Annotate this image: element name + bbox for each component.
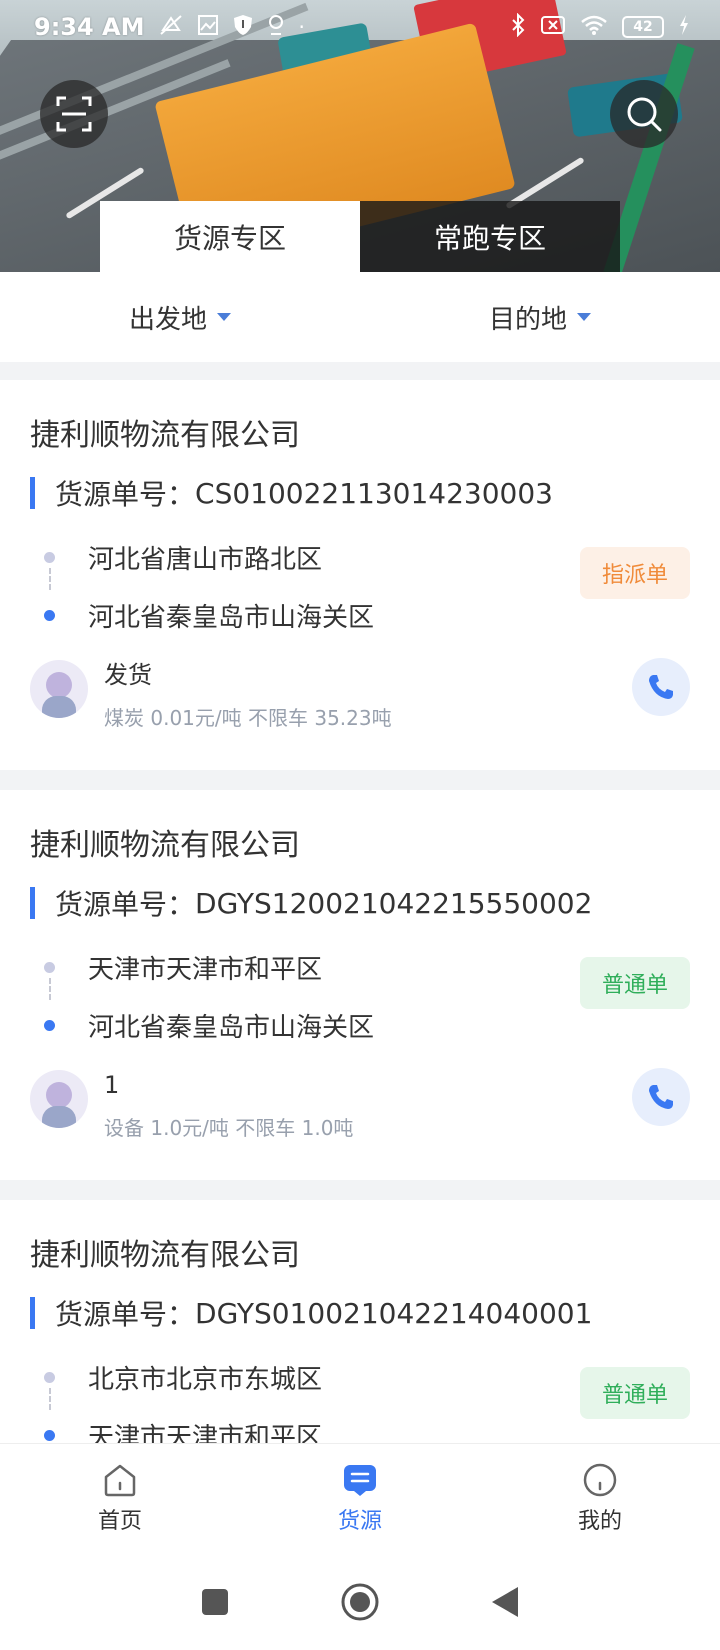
cargo-card[interactable]: 捷利顺物流有限公司 货源单号： DGYS010021042214040001 北… [0,1200,720,1443]
status-time: 9:34 AM [34,13,145,41]
origin-filter[interactable]: 出发地 [0,272,360,362]
filter-bar: 出发地 目的地 [0,272,720,362]
origin-address: 天津市天津市和平区 [88,954,323,985]
home-circle-icon[interactable] [340,1582,380,1622]
company-name: 捷利顺物流有限公司 [30,828,300,863]
destination-filter[interactable]: 目的地 [360,272,720,362]
order-number-row: 货源单号： CS010022113014230003 [30,476,553,511]
origin-dot-icon [44,961,55,973]
call-button[interactable] [632,1068,690,1126]
search-icon [627,97,662,132]
destination-address: 河北省秦皇岛市山海关区 [88,1012,375,1043]
accent-bar [30,887,35,919]
tab-frequent-routes[interactable]: 常跑专区 [360,201,620,272]
header-banner: 9:34 AM · 42 货源专区 常跑专区 [0,0,720,272]
cargo-list: 捷利顺物流有限公司 货源单号： CS010022113014230003 河北省… [0,380,720,1443]
origin-address: 北京市北京市东城区 [88,1364,323,1395]
route-destination: 河北省秦皇岛市山海关区 [30,586,650,644]
route-origin: 河北省唐山市路北区 [30,528,650,586]
call-button[interactable] [632,658,690,716]
order-number-row: 货源单号： DGYS120021042215550002 [30,886,593,921]
avatar [30,660,88,718]
order-type-badge: 普通单 [580,957,690,1009]
cargo-icon [344,1464,376,1496]
caret-down-icon [577,313,591,321]
route-destination: 河北省秦皇岛市山海关区 [30,996,650,1054]
back-icon[interactable] [490,1585,520,1619]
origin-address: 河北省唐山市路北区 [88,544,323,575]
cargo-detail: 设备 1.0元/吨 不限车 1.0吨 [104,1116,354,1140]
cargo-card[interactable]: 捷利顺物流有限公司 货源单号： DGYS120021042215550002 天… [0,790,720,1180]
nav-profile[interactable]: 我的 [480,1444,720,1553]
caret-down-icon [217,313,231,321]
order-type-badge: 普通单 [580,1367,690,1419]
shipper-name: 1 [104,1071,120,1099]
recents-icon[interactable] [200,1587,230,1617]
destination-address: 天津市天津市和平区 [88,1422,323,1444]
bottom-nav: 首页 货源 我的 [0,1443,720,1553]
phone-icon [649,675,673,699]
origin-dot-icon [44,551,55,563]
zone-tabs: 货源专区 常跑专区 [100,201,620,272]
destination-dot-icon [44,1429,55,1441]
shipper-info: 1 设备 1.0元/吨 不限车 1.0吨 [30,1070,353,1141]
origin-dot-icon [44,1371,55,1383]
route-connector [49,1388,51,1410]
company-name: 捷利顺物流有限公司 [30,1238,300,1273]
battery-level: 42 [622,16,664,38]
order-number: DGYS120021042215550002 [195,886,593,920]
destination-filter-label: 目的地 [488,304,567,335]
search-button[interactable] [610,80,678,148]
scan-icon [56,96,92,132]
route: 北京市北京市东城区 天津市天津市和平区 [30,1348,650,1443]
sim-icon [540,14,566,41]
route: 天津市天津市和平区 河北省秦皇岛市山海关区 [30,938,650,1054]
nav-profile-label: 我的 [577,1508,622,1534]
shield-icon [233,14,253,41]
destination-dot-icon [44,609,55,621]
tab-cargo-zone[interactable]: 货源专区 [100,201,360,272]
bluetooth-icon [510,12,526,42]
shipper-name: 发货 [104,661,152,689]
profile-icon [583,1463,617,1496]
order-label: 货源单号： [55,888,196,921]
scan-button[interactable] [40,80,108,148]
mute-icon [159,14,183,41]
avatar [30,1070,88,1128]
cargo-card[interactable]: 捷利顺物流有限公司 货源单号： CS010022113014230003 河北省… [0,380,720,770]
nav-home-label: 首页 [97,1508,142,1534]
order-label: 货源单号： [55,1298,196,1331]
status-bar: 9:34 AM · 42 [0,0,720,54]
route-origin: 北京市北京市东城区 [30,1348,650,1406]
charging-icon [678,14,690,41]
destination-address: 河北省秦皇岛市山海关区 [88,602,375,633]
route-connector [49,568,51,590]
order-number-row: 货源单号： DGYS010021042214040001 [30,1296,593,1331]
route-connector [49,978,51,1000]
location-icon [267,14,285,41]
company-name: 捷利顺物流有限公司 [30,418,300,453]
nav-cargo-label: 货源 [337,1508,382,1534]
order-type-badge: 指派单 [580,547,690,599]
accent-bar [30,477,35,509]
cargo-detail: 煤炭 0.01元/吨 不限车 35.23吨 [104,706,392,730]
image-icon [197,14,219,41]
shipper-info: 发货 煤炭 0.01元/吨 不限车 35.23吨 [30,660,392,731]
order-label: 货源单号： [55,478,196,511]
origin-filter-label: 出发地 [128,304,207,335]
wifi-icon [580,14,608,41]
route: 河北省唐山市路北区 河北省秦皇岛市山海关区 [30,528,650,644]
destination-dot-icon [44,1019,55,1031]
phone-icon [649,1085,673,1109]
home-icon [104,1464,136,1496]
dot-icon: · [298,15,305,39]
route-destination: 天津市天津市和平区 [30,1406,650,1443]
route-origin: 天津市天津市和平区 [30,938,650,996]
order-number: DGYS010021042214040001 [195,1296,593,1330]
accent-bar [30,1297,35,1329]
nav-home[interactable]: 首页 [0,1444,240,1553]
order-number: CS010022113014230003 [195,476,553,510]
system-nav-bar [0,1553,720,1650]
nav-cargo[interactable]: 货源 [240,1444,480,1553]
